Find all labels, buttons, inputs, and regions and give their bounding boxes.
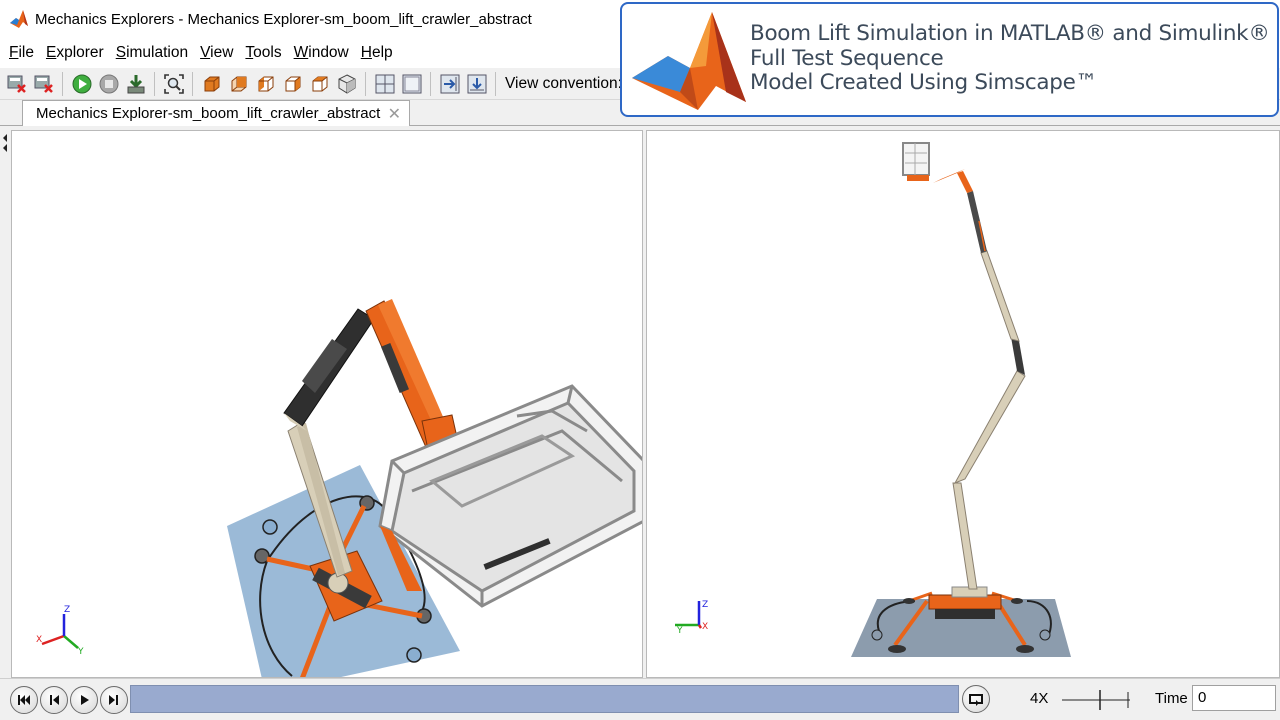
- toolbar-separator: [192, 71, 193, 96]
- axis-y-label: Y: [77, 647, 84, 657]
- axes-triad: X Y Z: [36, 605, 84, 657]
- collapse-arrow-icon[interactable]: [0, 126, 10, 156]
- toolbar-separator: [154, 71, 155, 96]
- time-label: Time: [1155, 690, 1188, 707]
- window-title: Mechanics Explorers - Mechanics Explorer…: [35, 10, 532, 28]
- single-view-icon[interactable]: [400, 72, 424, 96]
- toolbar-separator: [495, 71, 496, 96]
- split-four-icon[interactable]: [373, 72, 397, 96]
- collapse-strip[interactable]: [0, 126, 10, 678]
- playback-bar: 4X Time 0: [0, 678, 1280, 720]
- close-explorer-icon[interactable]: [5, 72, 29, 96]
- menu-simulation[interactable]: Simulation: [110, 44, 194, 62]
- close-all-icon[interactable]: [32, 72, 56, 96]
- view-left-icon[interactable]: [254, 72, 278, 96]
- tab-mechanics-explorer[interactable]: Mechanics Explorer-sm_boom_lift_crawler_…: [22, 100, 410, 126]
- axis-y-label: Y: [676, 626, 683, 636]
- title-overlay-banner: Boom Lift Simulation in MATLAB® and Simu…: [620, 2, 1279, 117]
- save-icon[interactable]: [124, 72, 148, 96]
- view-front-icon[interactable]: [200, 72, 224, 96]
- matlab-logo-icon: [10, 10, 28, 28]
- playback-speed-slider[interactable]: [1060, 687, 1132, 713]
- skip-to-start-icon[interactable]: [10, 685, 38, 714]
- playback-progress-bar[interactable]: [130, 685, 959, 713]
- menu-tools[interactable]: Tools: [239, 44, 287, 62]
- tab-label: Mechanics Explorer-sm_boom_lift_crawler_…: [36, 105, 381, 122]
- toolbar-separator: [430, 71, 431, 96]
- boom-lift-full-scene: Z X Y: [675, 142, 1071, 657]
- playback-speed-label: 4X: [1030, 690, 1049, 707]
- axis-x-label: X: [36, 635, 42, 645]
- app-window: Mechanics Explorers - Mechanics Explorer…: [0, 0, 1280, 720]
- view-top-icon[interactable]: [308, 72, 332, 96]
- move-down-icon[interactable]: [465, 72, 489, 96]
- menu-file[interactable]: File: [3, 44, 40, 62]
- axis-z-label: Z: [702, 600, 708, 610]
- viewport-full[interactable]: Z X Y: [646, 130, 1280, 678]
- stop-icon[interactable]: [97, 72, 121, 96]
- matlab-membrane-logo-icon: [632, 12, 746, 110]
- menu-view[interactable]: View: [194, 44, 239, 62]
- zoom-fit-icon[interactable]: [162, 72, 186, 96]
- axis-z-label: Z: [64, 605, 70, 615]
- boom-lift-closeup-scene: X Y Z: [36, 299, 642, 677]
- move-right-icon[interactable]: [438, 72, 462, 96]
- loop-icon[interactable]: [962, 685, 990, 713]
- axes-triad: Z X Y: [675, 600, 708, 636]
- menu-explorer[interactable]: Explorer: [40, 44, 110, 62]
- view-convention-label: View convention:: [505, 74, 622, 92]
- view-right-icon[interactable]: [281, 72, 305, 96]
- view-iso-icon[interactable]: [335, 72, 359, 96]
- step-forward-icon[interactable]: [100, 685, 128, 714]
- close-icon[interactable]: ✕: [388, 104, 401, 124]
- banner-text: Boom Lift Simulation in MATLAB® and Simu…: [750, 21, 1270, 96]
- menu-help[interactable]: Help: [355, 44, 399, 62]
- axis-x-label: X: [702, 622, 708, 632]
- menu-window[interactable]: Window: [288, 44, 355, 62]
- view-back-icon[interactable]: [227, 72, 251, 96]
- time-input[interactable]: 0: [1192, 685, 1276, 711]
- step-back-icon[interactable]: [40, 685, 68, 714]
- viewport-area: X Y Z Z X Y: [0, 126, 1280, 678]
- toolbar-separator: [62, 71, 63, 96]
- banner-line-3: Model Created Using Simscape™: [750, 70, 1097, 95]
- play-button[interactable]: [70, 685, 98, 714]
- banner-line-1: Boom Lift Simulation in MATLAB® and Simu…: [750, 21, 1270, 46]
- banner-line-2: Full Test Sequence: [750, 45, 944, 71]
- play-icon[interactable]: [70, 72, 94, 96]
- toolbar-separator: [365, 71, 366, 96]
- viewport-closeup[interactable]: X Y Z: [11, 130, 643, 678]
